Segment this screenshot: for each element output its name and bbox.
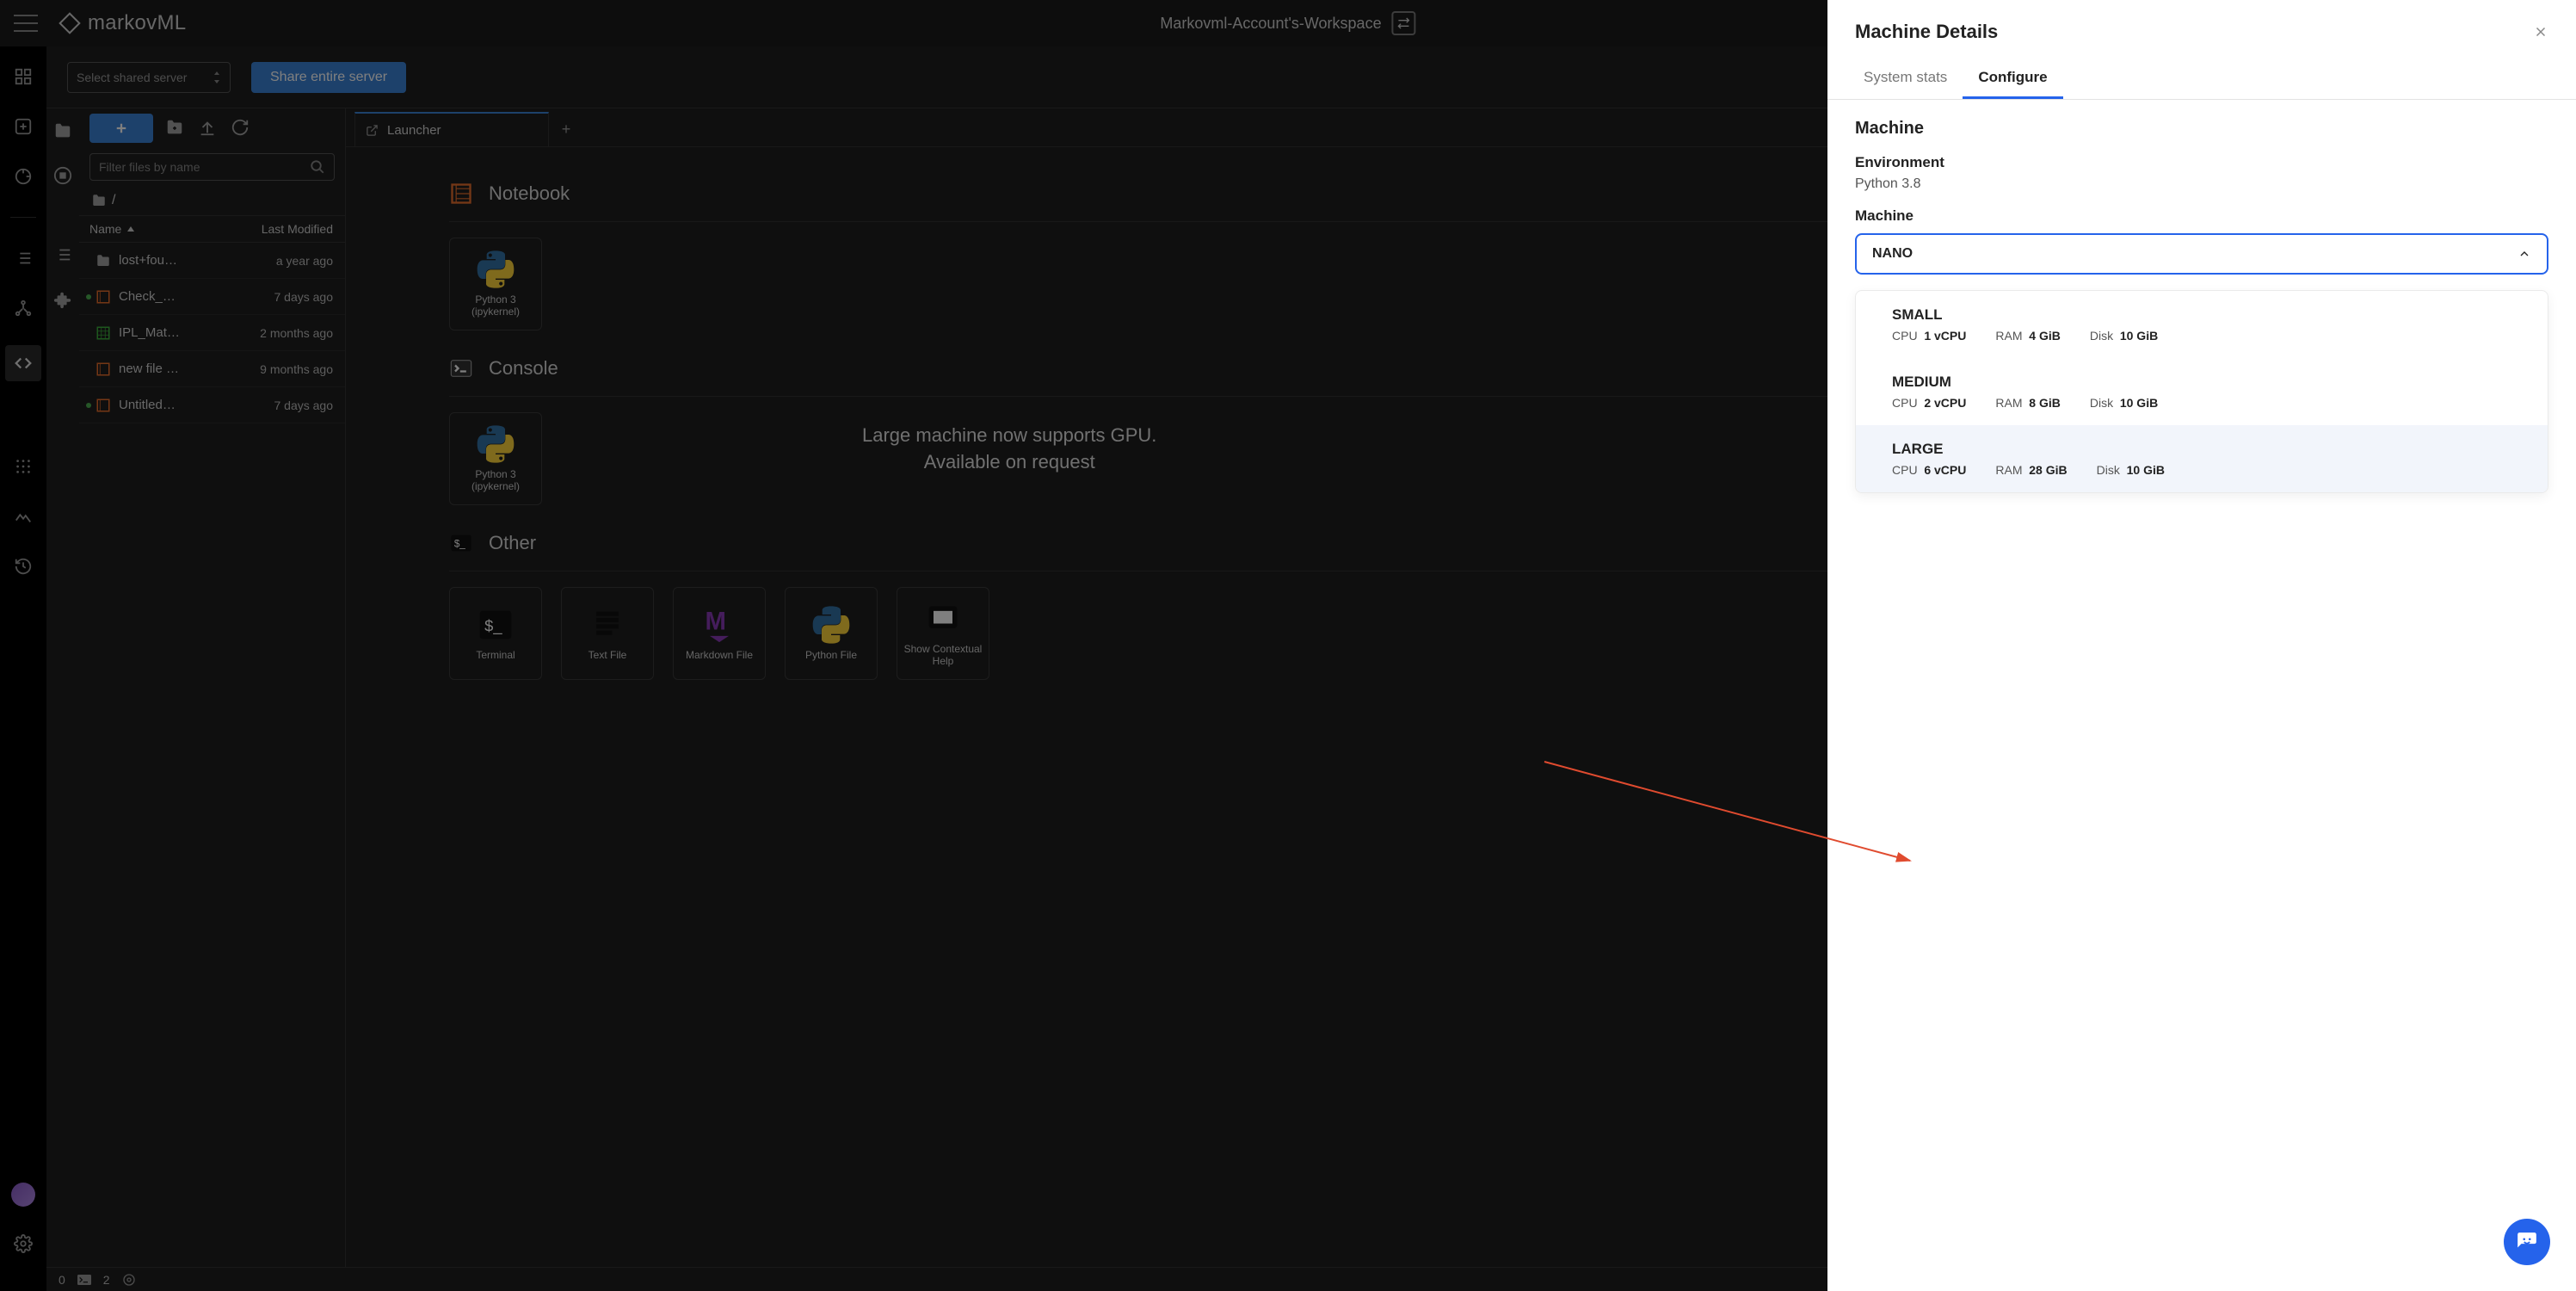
machine-label: Machine — [1855, 207, 2548, 225]
option-name: MEDIUM — [1892, 374, 2511, 391]
machine-option-large[interactable]: LARGE CPU 6 vCPURAM 28 GiBDisk 10 GiB — [1856, 425, 2548, 492]
machine-option-medium[interactable]: MEDIUM CPU 2 vCPURAM 8 GiBDisk 10 GiB — [1856, 358, 2548, 425]
tab-system-stats[interactable]: System stats — [1848, 59, 1963, 99]
drawer-title: Machine Details — [1855, 21, 1998, 43]
close-icon[interactable] — [2533, 24, 2548, 40]
option-specs: CPU 1 vCPURAM 4 GiBDisk 10 GiB — [1892, 329, 2511, 343]
machine-heading: Machine — [1855, 119, 2548, 139]
machine-details-drawer: Machine Details System stats Configure M… — [1827, 0, 2576, 1291]
chat-button[interactable] — [2504, 1219, 2550, 1265]
environment-label: Environment — [1855, 154, 2548, 171]
option-name: SMALL — [1892, 306, 2511, 324]
environment-value: Python 3.8 — [1855, 176, 2548, 192]
chevron-up-icon — [2517, 247, 2531, 261]
option-specs: CPU 6 vCPURAM 28 GiBDisk 10 GiB — [1892, 463, 2511, 477]
option-specs: CPU 2 vCPURAM 8 GiBDisk 10 GiB — [1892, 396, 2511, 410]
machine-dropdown: SMALL CPU 1 vCPURAM 4 GiBDisk 10 GiB MEDIU… — [1855, 290, 2548, 493]
option-name: LARGE — [1892, 441, 2511, 458]
machine-select[interactable]: NANO — [1855, 233, 2548, 275]
machine-selected-value: NANO — [1872, 246, 1913, 262]
tab-configure[interactable]: Configure — [1963, 59, 2062, 99]
machine-option-small[interactable]: SMALL CPU 1 vCPURAM 4 GiBDisk 10 GiB — [1856, 291, 2548, 358]
